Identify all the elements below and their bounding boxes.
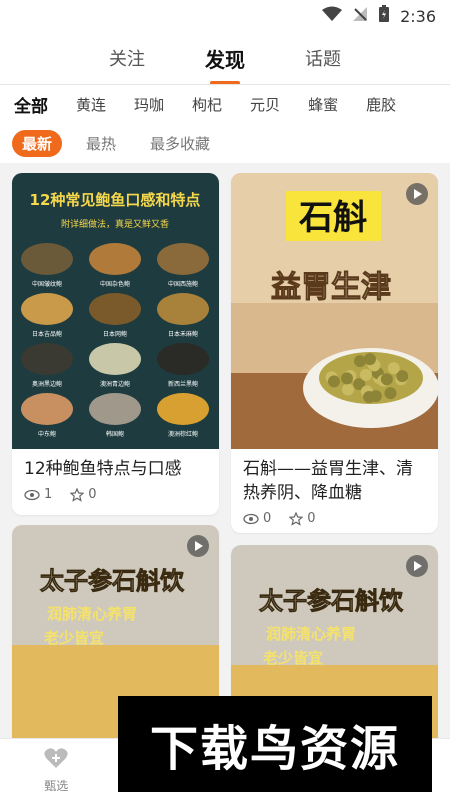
abalone-image — [157, 393, 209, 425]
nav-featured[interactable]: 甄选 — [11, 746, 101, 794]
dendrobium-granule — [363, 353, 376, 366]
favorite-count: 0 — [307, 511, 316, 526]
dendrobium-granule — [384, 387, 397, 400]
dendrobium-granule — [341, 383, 354, 396]
nav-label: 甄选 — [44, 778, 69, 793]
dendrobium-granule — [380, 373, 393, 386]
category-deer-gelatin[interactable]: 鹿胶 — [366, 94, 396, 115]
battery-icon — [378, 5, 390, 27]
abalone-label: 新西兰黑鲍 — [168, 380, 198, 388]
abalone-image — [89, 293, 141, 325]
star-icon[interactable] — [289, 511, 304, 526]
abalone-label: 日本吉品鲍 — [32, 330, 62, 338]
abalone-image — [21, 343, 73, 375]
abalone-label: 日本禾麻鲍 — [168, 330, 198, 338]
post-card[interactable]: 12种常见鲍鱼口感和特点 附详细做法，真是又鲜又香 中国皱纹鲍 中国杂色鲍 中国西施… — [12, 173, 219, 515]
view-count: 1 — [44, 487, 53, 502]
dendrobium-granule — [363, 390, 376, 403]
sort-bar: 最新 最热 最多收藏 — [0, 123, 450, 163]
abalone-image — [157, 343, 209, 375]
watermark-text: 下载鸟资源 — [149, 721, 400, 777]
poster-subline: 益胃生津 — [271, 270, 391, 305]
no-signal-icon — [352, 6, 368, 26]
abalone-label: 澳洲青边鲍 — [100, 380, 130, 388]
category-maca[interactable]: 玛咖 — [134, 94, 164, 115]
post-feed: 12种常见鲍鱼口感和特点 附详细做法，真是又鲜又香 中国皱纹鲍 中国杂色鲍 中国西施… — [0, 163, 450, 738]
poster-subline: 润肺清心养胃 — [47, 605, 137, 623]
poster-subline2: 老少皆宜 — [262, 649, 323, 667]
post-stats: 0 0 — [243, 511, 316, 526]
abalone-label: 韩国鲍 — [106, 430, 124, 438]
abalone-image — [157, 293, 209, 325]
poster-headline: 太子参石斛饮 — [259, 587, 404, 615]
wifi-icon — [322, 6, 343, 26]
poster-headline: 石斛 — [298, 198, 367, 238]
post-card[interactable]: 石斛 益胃生津 石斛——益胃生津、清热养阴、降血糖 0 0 — [231, 173, 438, 533]
status-bar: 2:36 — [0, 0, 450, 32]
favorite-count: 0 — [88, 487, 97, 502]
video-play-icon[interactable] — [406, 183, 428, 205]
abalone-image — [89, 393, 141, 425]
category-goji[interactable]: 枸杞 — [192, 94, 222, 115]
category-huanglian[interactable]: 黄连 — [76, 94, 106, 115]
category-bar: 全部 黄连 玛咖 枸杞 元贝 蜂蜜 鹿胶 — [0, 85, 450, 123]
abalone-image — [89, 343, 141, 375]
abalone-image — [21, 293, 73, 325]
post-title: 石斛——益胃生津、清热养阴、降血糖 — [243, 459, 413, 503]
category-scallop[interactable]: 元贝 — [250, 94, 280, 115]
top-tab-bar: 关注 发现 话题 — [0, 32, 450, 84]
category-honey[interactable]: 蜂蜜 — [308, 94, 338, 115]
dendrobium-granule — [328, 375, 341, 388]
star-icon[interactable] — [70, 487, 85, 502]
video-play-icon[interactable] — [406, 555, 428, 577]
abalone-image — [21, 243, 73, 275]
abalone-label: 中国皱纹鲍 — [32, 280, 62, 288]
abalone-label: 中国西施鲍 — [168, 280, 198, 288]
sort-most-favorited[interactable]: 最多收藏 — [140, 130, 220, 157]
tab-follow[interactable]: 关注 — [105, 39, 149, 77]
post-title: 12种鲍鱼特点与口感 — [24, 459, 182, 479]
abalone-image — [157, 243, 209, 275]
abalone-label: 日本网鲍 — [103, 330, 127, 338]
post-thumbnail: 12种常见鲍鱼口感和特点 附详细做法，真是又鲜又香 中国皱纹鲍 中国杂色鲍 中国西施… — [12, 173, 219, 449]
abalone-label: 奥洲黑边鲍 — [32, 380, 62, 388]
abalone-label: 中东鲍 — [38, 430, 56, 438]
abalone-image — [21, 393, 73, 425]
status-time: 2:36 — [400, 6, 436, 26]
video-play-icon[interactable] — [187, 535, 209, 557]
abalone-label: 中国杂色鲍 — [100, 280, 130, 288]
abalone-label: 澳洲棕红鲍 — [168, 430, 198, 438]
poster-headline: 太子参石斛饮 — [40, 567, 185, 595]
dendrobium-granule — [359, 368, 372, 381]
post-stats: 1 0 — [24, 487, 97, 502]
dendrobium-granule — [341, 372, 354, 385]
post-thumbnail: 石斛 益胃生津 — [231, 173, 438, 449]
heart-plus-icon — [43, 746, 69, 773]
tab-topics[interactable]: 话题 — [301, 39, 345, 77]
tab-discover[interactable]: 发现 — [201, 38, 249, 79]
poster-headline: 12种常见鲍鱼口感和特点 — [30, 191, 201, 209]
sort-latest[interactable]: 最新 — [12, 129, 63, 157]
poster-subline: 附详细做法，真是又鲜又香 — [61, 218, 169, 230]
dendrobium-granule — [353, 355, 366, 368]
sort-hottest[interactable]: 最热 — [76, 130, 126, 157]
poster-subline: 润肺清心养胃 — [266, 625, 356, 643]
eye-icon — [24, 489, 40, 501]
abalone-image — [89, 243, 141, 275]
category-all[interactable]: 全部 — [14, 92, 48, 117]
poster-subline2: 老少皆宜 — [43, 629, 104, 647]
watermark-banner: 下载鸟资源 — [118, 696, 432, 792]
view-count: 0 — [263, 511, 272, 526]
dendrobium-granule — [387, 362, 400, 375]
eye-icon — [243, 513, 259, 525]
